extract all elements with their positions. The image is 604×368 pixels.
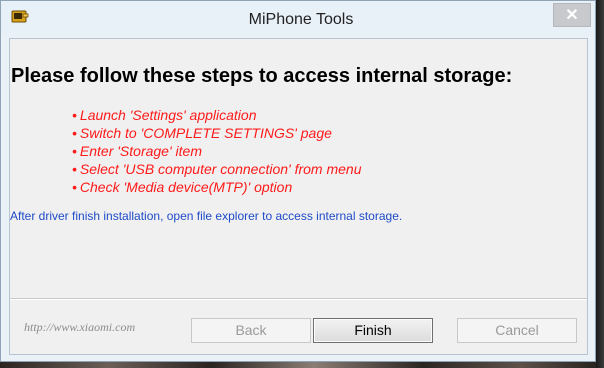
footer-divider <box>10 298 587 300</box>
bullet-icon: • <box>72 125 77 141</box>
website-link[interactable]: http://www.xiaomi.com <box>24 320 135 335</box>
finish-button[interactable]: Finish <box>313 318 433 343</box>
step-text: Switch to 'COMPLETE SETTINGS' page <box>79 125 332 141</box>
dialog-content: Please follow these steps to access inte… <box>9 38 588 355</box>
window-title: MiPhone Tools <box>248 11 354 28</box>
title-bar: MiPhone Tools ✕ <box>1 1 595 37</box>
step-text: Enter 'Storage' item <box>79 143 202 159</box>
cancel-button[interactable]: Cancel <box>457 318 577 343</box>
close-button[interactable]: ✕ <box>553 3 591 27</box>
list-item: • Check 'Media device(MTP)' option <box>72 178 362 196</box>
close-icon: ✕ <box>565 7 579 24</box>
steps-list: • Launch 'Settings' application • Switch t… <box>72 106 362 196</box>
step-text: Launch 'Settings' application <box>79 107 257 123</box>
step-text: Check 'Media device(MTP)' option <box>79 179 293 195</box>
bullet-icon: • <box>72 107 77 123</box>
bullet-icon: • <box>72 143 77 159</box>
instructions-heading: Please follow these steps to access inte… <box>11 65 513 87</box>
list-item: • Switch to 'COMPLETE SETTINGS' page <box>72 124 362 142</box>
desktop-edge <box>596 0 604 368</box>
bullet-icon: • <box>72 161 77 177</box>
dialog-window: MiPhone Tools ✕ Please follow these step… <box>0 0 596 362</box>
list-item: • Enter 'Storage' item <box>72 142 362 160</box>
back-button[interactable]: Back <box>191 318 311 343</box>
bullet-icon: • <box>72 179 77 195</box>
info-text: After driver finish installation, open f… <box>10 209 403 223</box>
list-item: • Select 'USB computer connection' from m… <box>72 160 362 178</box>
list-item: • Launch 'Settings' application <box>72 106 362 124</box>
step-text: Select 'USB computer connection' from me… <box>79 161 362 177</box>
